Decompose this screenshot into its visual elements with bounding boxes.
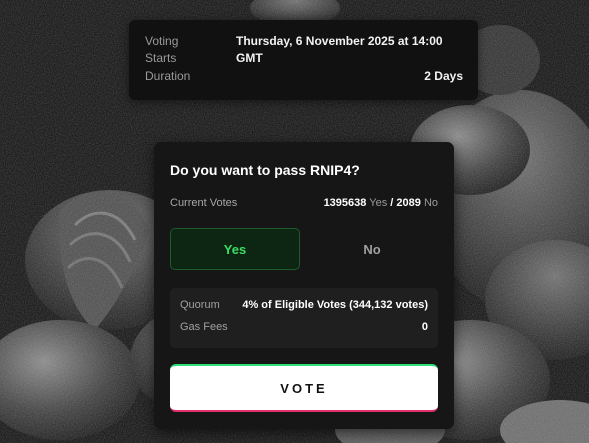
current-votes-label: Current Votes xyxy=(170,197,238,209)
choice-yes-button[interactable]: Yes xyxy=(170,228,300,270)
starts-label: Starts xyxy=(145,51,177,65)
voting-info-panel: Voting Starts Duration Thursday, 6 Novem… xyxy=(129,20,478,100)
gas-fees-label: Gas Fees xyxy=(180,321,228,333)
no-count: 2089 xyxy=(396,197,421,209)
choice-yes-label: Yes xyxy=(223,241,247,257)
proposal-card: Do you want to pass RNIP4? Current Votes… xyxy=(154,142,454,429)
choice-no-label: No xyxy=(363,241,381,257)
yes-word: Yes xyxy=(369,197,388,209)
proposal-question: Do you want to pass RNIP4? xyxy=(170,162,360,178)
gas-fees-value: 0 xyxy=(421,321,428,333)
choice-no-button[interactable]: No xyxy=(307,228,437,270)
votes-separator: / xyxy=(390,197,394,209)
quorum-value: 4% of Eligible Votes (344,132 votes) xyxy=(242,299,428,311)
start-datetime: Thursday, 6 November 2025 at 14:00 xyxy=(236,34,443,48)
yes-count: 1395638 xyxy=(323,197,367,209)
duration-label: Duration xyxy=(145,69,191,83)
voting-screen: Voting Starts Duration Thursday, 6 Novem… xyxy=(0,0,589,443)
vote-button[interactable]: VOTE xyxy=(170,364,438,412)
voting-label: Voting xyxy=(145,34,179,48)
quorum-info-box: Quorum 4% of Eligible Votes (344,132 vot… xyxy=(170,288,438,348)
quorum-label: Quorum xyxy=(180,299,220,311)
current-votes-value: 1395638 Yes / 2089 No xyxy=(324,197,438,209)
start-timezone: GMT xyxy=(236,51,263,65)
no-word: No xyxy=(423,197,438,209)
vote-button-label: VOTE xyxy=(280,380,328,396)
duration-value: 2 Days xyxy=(424,69,463,83)
